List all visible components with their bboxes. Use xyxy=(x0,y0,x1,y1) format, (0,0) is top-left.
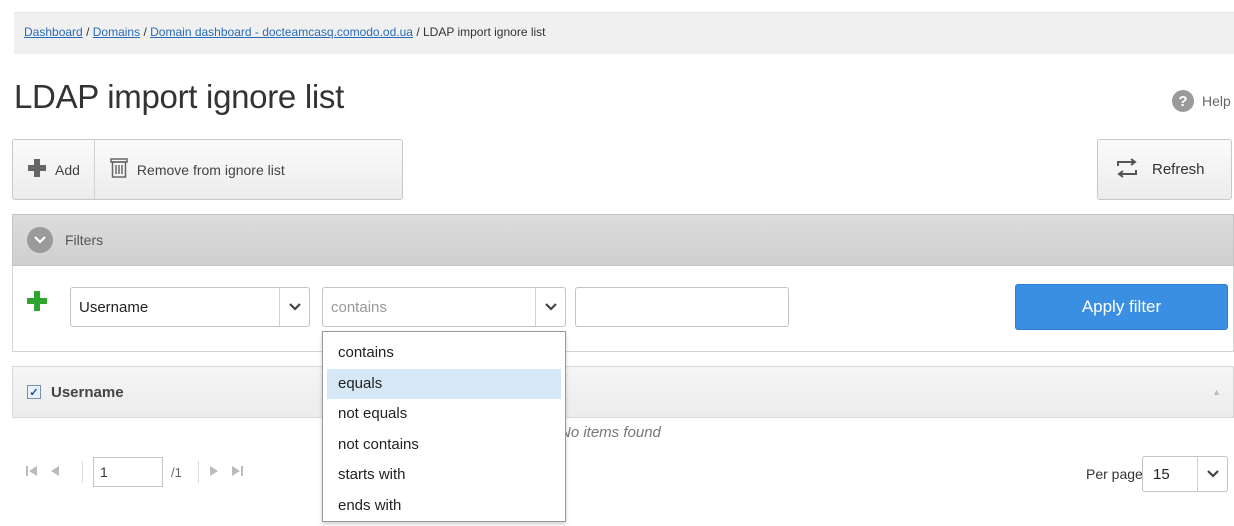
chevron-down-icon xyxy=(1197,457,1227,491)
breadcrumb-dashboard-link[interactable]: Dashboard xyxy=(24,25,83,39)
help-label: Help xyxy=(1202,93,1231,109)
per-page-label: Per page xyxy=(1086,466,1143,482)
page-number-input[interactable] xyxy=(93,457,163,487)
operator-dropdown-list: contains equals not equals not contains … xyxy=(322,331,566,522)
remove-label: Remove from ignore list xyxy=(136,161,285,178)
breadcrumb-domains-link[interactable]: Domains xyxy=(93,25,140,39)
previous-page-icon[interactable] xyxy=(50,465,60,480)
refresh-button[interactable]: Refresh xyxy=(1097,139,1232,200)
question-icon: ? xyxy=(1172,90,1194,112)
separator xyxy=(82,461,83,483)
breadcrumb-separator: / xyxy=(143,25,147,39)
add-label: Add xyxy=(55,161,80,178)
chevron-down-icon xyxy=(27,227,53,253)
apply-filter-button[interactable]: Apply filter xyxy=(1015,284,1228,330)
refresh-icon xyxy=(1114,157,1140,183)
page-total: /1 xyxy=(171,464,182,480)
first-page-icon[interactable] xyxy=(26,465,38,480)
breadcrumb-separator: / xyxy=(416,25,420,39)
trash-icon xyxy=(109,157,129,182)
last-page-icon[interactable] xyxy=(231,465,243,480)
breadcrumb-current: LDAP import ignore list xyxy=(423,25,546,39)
filters-label: Filters xyxy=(65,232,104,248)
select-all-checkbox[interactable]: ✓ xyxy=(27,385,41,399)
filter-operator-value: contains xyxy=(331,298,387,316)
next-page-icon[interactable] xyxy=(209,465,219,480)
dropdown-option-contains[interactable]: contains xyxy=(323,338,565,369)
chevron-down-icon xyxy=(279,288,309,326)
grid-header: ✓ Username ▲ xyxy=(12,366,1234,418)
breadcrumb-separator: / xyxy=(86,25,90,39)
column-header-username[interactable]: Username xyxy=(51,384,124,401)
per-page-select[interactable]: 15 xyxy=(1142,456,1228,492)
per-page-value: 15 xyxy=(1153,465,1170,483)
toolbar: Add Remove from ignore list xyxy=(12,139,403,200)
remove-from-ignore-list-button[interactable]: Remove from ignore list xyxy=(93,140,299,199)
dropdown-option-not-equals[interactable]: not equals xyxy=(323,399,565,430)
plus-icon xyxy=(27,158,47,181)
add-filter-icon[interactable] xyxy=(26,290,48,317)
dropdown-option-not-contains[interactable]: not contains xyxy=(323,430,565,461)
sort-icon[interactable]: ▲ xyxy=(1212,387,1221,397)
add-button[interactable]: Add xyxy=(13,140,94,199)
pager: /1 xyxy=(12,447,1234,497)
filter-field-value: Username xyxy=(79,298,149,316)
breadcrumb-domain-dashboard-link[interactable]: Domain dashboard - docteamcasq.comodo.od… xyxy=(150,25,413,39)
refresh-label: Refresh xyxy=(1152,161,1205,178)
filter-field-select[interactable]: Username xyxy=(70,287,310,327)
page-title: LDAP import ignore list xyxy=(14,78,344,115)
filter-operator-select[interactable]: contains xyxy=(322,287,566,327)
dropdown-option-starts-with[interactable]: starts with xyxy=(323,460,565,491)
filters-toggle[interactable]: Filters xyxy=(12,214,1234,266)
filter-value-input[interactable] xyxy=(575,287,789,327)
chevron-down-icon xyxy=(535,288,565,326)
breadcrumb: Dashboard / Domains / Domain dashboard -… xyxy=(14,12,1234,54)
empty-message: No items found xyxy=(560,424,661,441)
dropdown-option-equals[interactable]: equals xyxy=(327,368,561,399)
dropdown-option-ends-with[interactable]: ends with xyxy=(323,491,565,522)
help-link[interactable]: ? Help xyxy=(1172,90,1231,112)
separator xyxy=(197,461,199,483)
